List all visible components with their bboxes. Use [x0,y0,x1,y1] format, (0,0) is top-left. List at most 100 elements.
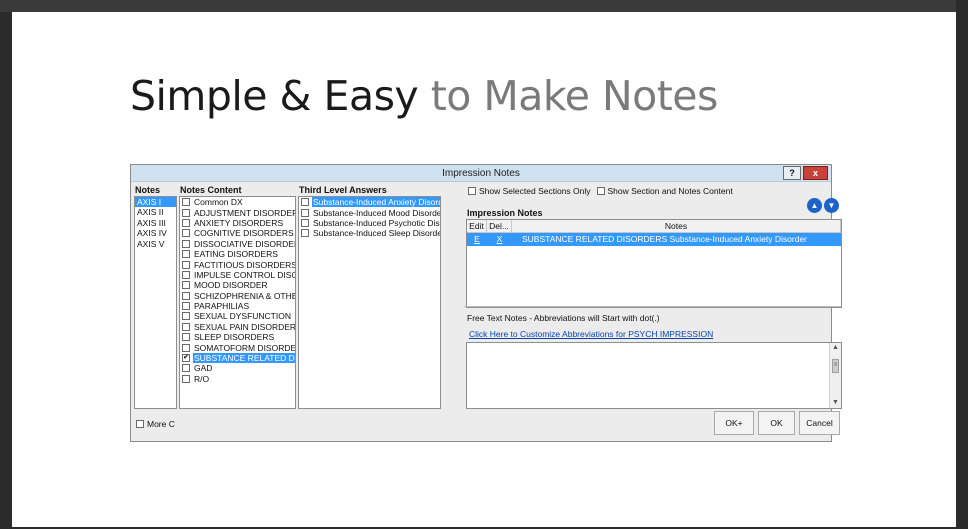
show-selected-checkbox[interactable] [468,187,476,195]
delete-link[interactable]: X [487,233,512,246]
show-selected-label: Show Selected Sections Only [479,186,591,196]
checkbox[interactable] [182,281,190,290]
checkbox[interactable] [182,364,190,373]
checkbox[interactable] [301,208,309,217]
right-window-edge [956,0,968,529]
list-item[interactable]: Substance-Induced Psychotic Disor [299,218,440,228]
list-item-label: SUBSTANCE RELATED DISC [193,353,295,364]
grid-col-notes[interactable]: Notes [512,220,841,232]
list-item[interactable]: Substance-Induced Anxiety Disorder [299,197,440,208]
slide-title-dark: Simple & Easy [130,72,419,120]
customize-abbreviations-link[interactable]: Click Here to Customize Abbreviations fo… [469,329,713,339]
move-up-icon[interactable]: ▲ [807,198,822,213]
list-item-label: Substance-Induced Mood Disorder [313,207,441,218]
notes-content-list: Common DX ADJUSTMENT DISORDERS ANXIETY DIS… [179,196,296,409]
third-level-list: Substance-Induced Anxiety Disorder Substa… [298,196,441,409]
help-button[interactable]: ? [783,166,801,180]
checkbox[interactable]: ✔ [182,354,190,363]
list-item[interactable]: ✔SUBSTANCE RELATED DISC [180,353,295,364]
table-row[interactable]: E X SUBSTANCE RELATED DISORDERS Substanc… [467,233,841,246]
dialog-titlebar: Impression Notes ? x [131,165,831,182]
list-item[interactable]: Substance-Induced Mood Disorder [299,207,441,218]
move-down-icon[interactable]: ▼ [824,198,839,213]
checkbox[interactable] [182,343,190,352]
list-item[interactable]: AXIS I [135,197,176,208]
list-item[interactable]: Common DX [180,197,295,207]
list-item[interactable]: MOOD DISORDER [180,280,295,290]
checkbox[interactable] [182,218,190,227]
list-item[interactable]: SOMATOFORM DISORDERS [180,342,295,353]
list-item-label: IMPULSE CONTROL DISORI [194,269,296,280]
notes-content-header: Notes Content [180,185,242,195]
list-item[interactable]: AXIS V [135,239,176,249]
impression-notes-header: Impression Notes [467,208,543,218]
free-text-input[interactable]: ▲ ≡ ▼ [466,342,842,409]
checkbox[interactable] [182,260,190,269]
checkbox[interactable] [182,239,190,248]
list-item-label: SCHIZOPHRENIA & OTHER [194,290,296,301]
list-item-label: COGNITIVE DISORDERS [194,228,294,239]
checkbox[interactable] [182,374,190,383]
slide: Simple & Easy to Make Notes Impression N… [12,12,956,527]
checkbox[interactable] [182,208,190,217]
list-item[interactable]: Substance-Induced Sleep Disorder [299,228,440,238]
list-item[interactable]: ADJUSTMENT DISORDERS [180,207,296,218]
scroll-down-icon[interactable]: ▼ [830,398,841,408]
list-item[interactable]: FACTITIOUS DISORDERS [180,259,295,270]
note-text: SUBSTANCE RELATED DISORDERS Substance-In… [522,234,808,244]
grid-col-del[interactable]: Del... [487,220,512,232]
checkbox[interactable] [182,198,190,207]
checkbox[interactable] [301,229,309,238]
list-item-label: PARAPHILIAS [194,301,250,312]
list-item[interactable]: EATING DISORDERS [180,249,295,259]
list-item[interactable]: AXIS III [135,218,176,228]
list-item-label: Substance-Induced Psychotic Disor [313,217,441,228]
list-item[interactable]: DISSOCIATIVE DISORDERS [180,239,295,249]
show-selected-option[interactable]: Show Selected Sections Only Show Section… [466,186,733,196]
list-item[interactable]: COGNITIVE DISORDERS [180,228,295,238]
slide-title-light: to Make Notes [418,72,719,120]
more-checkbox[interactable] [136,420,144,428]
checkbox[interactable] [182,229,190,238]
checkbox[interactable] [182,312,190,321]
scroll-up-icon[interactable]: ▲ [830,343,841,353]
section-divider [464,306,841,307]
cancel-button[interactable]: Cancel [799,411,840,435]
checkbox[interactable] [182,333,190,342]
scroll-thumb[interactable]: ≡ [832,359,839,373]
list-item[interactable]: GAD [180,363,295,373]
list-item[interactable]: AXIS II [135,207,176,217]
free-text-label: Free Text Notes - Abbreviations will Sta… [467,313,660,323]
list-item[interactable]: ANXIETY DISORDERS [180,218,295,228]
ok-plus-button[interactable]: OK+ [714,411,754,435]
list-item[interactable]: PARAPHILIAS [180,301,295,311]
list-item-label: SEXUAL DYSFUNCTION [194,311,291,322]
ok-button[interactable]: OK [758,411,795,435]
slide-title: Simple & Easy to Make Notes [130,72,718,120]
list-item-label: Common DX [194,197,243,208]
free-text-scrollbar[interactable]: ▲ ≡ ▼ [829,343,841,408]
list-item[interactable]: SLEEP DISORDERS [180,332,295,342]
list-item[interactable]: SCHIZOPHRENIA & OTHER [180,291,295,301]
checkbox[interactable] [301,218,309,227]
edit-link[interactable]: E [467,233,487,246]
checkbox[interactable] [182,270,190,279]
notes-list[interactable]: AXIS I AXIS II AXIS III AXIS IV AXIS V [134,196,177,409]
checkbox[interactable] [182,291,190,300]
checkbox[interactable] [301,198,309,207]
grid-col-edit[interactable]: Edit [467,220,487,232]
list-item[interactable]: AXIS IV [135,228,176,238]
list-item-label: ADJUSTMENT DISORDERS [194,207,296,218]
more-option[interactable]: More C [134,419,175,429]
close-button[interactable]: x [803,166,828,180]
list-item[interactable]: SEXUAL PAIN DISORDERS [180,322,295,332]
checkbox[interactable] [182,250,190,259]
list-item-label: SEXUAL PAIN DISORDERS [194,321,296,332]
show-section-notes-checkbox[interactable] [596,187,605,195]
list-item-label: Substance-Induced Sleep Disorder [313,228,441,239]
list-item[interactable]: IMPULSE CONTROL DISORI [180,270,295,280]
list-item[interactable]: R/O [180,374,295,384]
checkbox[interactable] [182,322,190,331]
list-item[interactable]: SEXUAL DYSFUNCTION [180,311,295,321]
checkbox[interactable] [182,302,190,311]
